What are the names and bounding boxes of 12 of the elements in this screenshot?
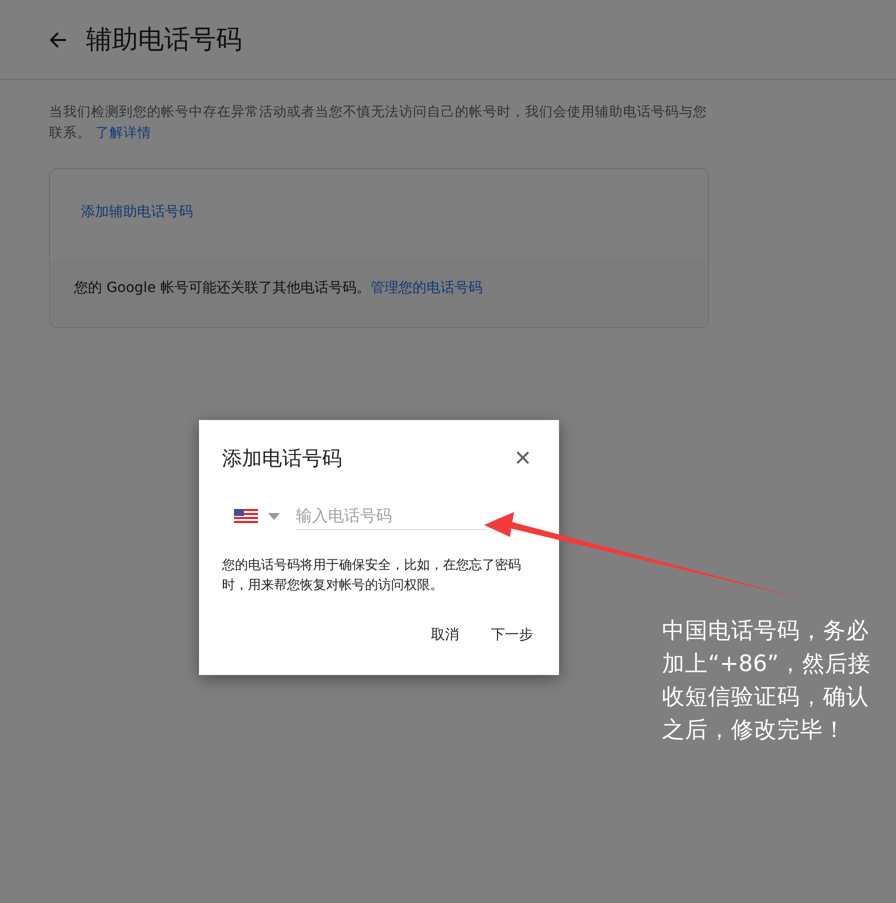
description-text: 当我们检测到您的帐号中存在异常活动或者当您不慎无法访问自己的帐号时，我们会使用辅助电话号码与您联系。 了解详情 bbox=[49, 103, 708, 143]
other-numbers-text: 您的 Google 帐号可能还关联了其他电话号码。管理您的电话号码 bbox=[74, 279, 484, 297]
back-arrow-icon[interactable] bbox=[49, 32, 67, 48]
cancel-button[interactable]: 取消 bbox=[419, 618, 471, 652]
annotation-text: 中国电话号码，务必加上“+86”，然后接收短信验证码，确认之后，修改完毕！ bbox=[662, 617, 872, 745]
page-title: 辅助电话号码 bbox=[86, 24, 242, 57]
flag-icon bbox=[234, 509, 258, 523]
close-button[interactable]: × bbox=[510, 444, 535, 472]
caret-icon bbox=[268, 512, 280, 520]
dialog-note: 您的电话号码将用于确保安全，比如，在您忘了密码时，用来帮您恢复对帐号的访问权限。 bbox=[222, 557, 522, 595]
next-button[interactable]: 下一步 bbox=[479, 618, 545, 652]
dialog-title: 添加电话号码 bbox=[222, 444, 342, 472]
